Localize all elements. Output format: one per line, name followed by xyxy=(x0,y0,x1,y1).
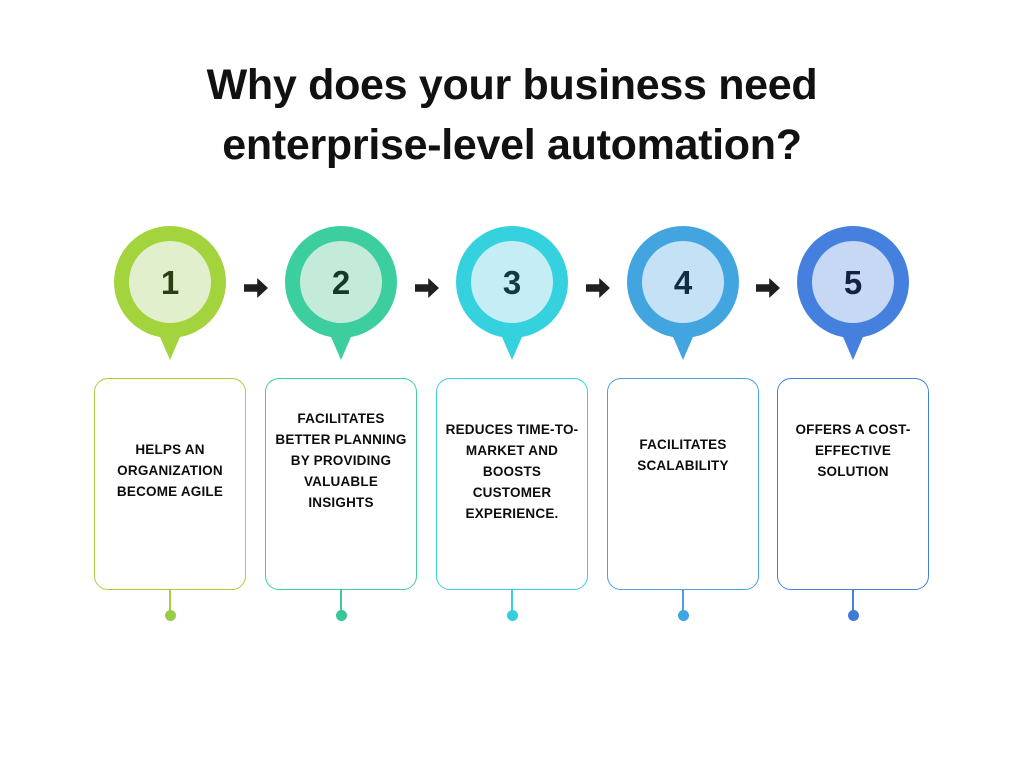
step-marker-ring: 5 xyxy=(797,226,909,338)
arrow-right-icon xyxy=(584,274,612,302)
step-marker-disc: 5 xyxy=(812,241,894,323)
step-marker-ring: 3 xyxy=(456,226,568,338)
step-connector-dot xyxy=(506,610,518,621)
step-connector-dot xyxy=(164,610,176,621)
arrow-right-icon xyxy=(413,274,441,302)
step-card-text: FACILITATES BETTER PLANNING BY PROVIDING… xyxy=(275,411,407,510)
step-cards-row: HELPS AN ORGANIZATION BECOME AGILE FACILI… xyxy=(0,378,1024,624)
step-marker-1[interactable]: 1 xyxy=(114,226,226,364)
step-card-5[interactable]: OFFERS A COST-EFFECTIVE SOLUTION xyxy=(777,378,929,590)
step-number-label: 1 xyxy=(160,263,180,301)
step-card-3[interactable]: REDUCES TIME-TO-MARKET AND BOOSTS CUSTOM… xyxy=(436,378,588,590)
step-connector-dot xyxy=(335,610,347,621)
step-marker-disc: 4 xyxy=(642,241,724,323)
arrow-right-icon xyxy=(242,274,270,302)
step-markers-row: 1 2 3 4 5 xyxy=(0,226,1024,366)
step-marker-ring: 4 xyxy=(627,226,739,338)
arrow-right-icon xyxy=(754,274,782,302)
step-number-label: 5 xyxy=(843,263,863,301)
step-card-2[interactable]: FACILITATES BETTER PLANNING BY PROVIDING… xyxy=(265,378,417,590)
title-line-2: enterprise-level automation? xyxy=(222,121,802,169)
step-card-text: FACILITATES SCALABILITY xyxy=(637,437,729,473)
step-number-label: 4 xyxy=(673,263,693,301)
page-title: Why does your business need enterprise-l… xyxy=(112,55,912,175)
infographic-slide: Why does your business need enterprise-l… xyxy=(0,0,1024,768)
step-card-text: HELPS AN ORGANIZATION BECOME AGILE xyxy=(116,442,224,499)
step-card-text: OFFERS A COST-EFFECTIVE SOLUTION xyxy=(795,422,911,479)
step-card-text: REDUCES TIME-TO-MARKET AND BOOSTS CUSTOM… xyxy=(445,422,579,521)
step-marker-2[interactable]: 2 xyxy=(285,226,397,364)
step-number-label: 3 xyxy=(502,263,522,301)
step-marker-disc: 3 xyxy=(471,241,553,323)
step-marker-3[interactable]: 3 xyxy=(456,226,568,364)
step-number-label: 2 xyxy=(331,263,351,301)
step-marker-ring: 2 xyxy=(285,226,397,338)
step-marker-ring: 1 xyxy=(114,226,226,338)
step-marker-4[interactable]: 4 xyxy=(627,226,739,364)
step-connector-dot xyxy=(677,610,689,621)
step-card-4[interactable]: FACILITATES SCALABILITY xyxy=(607,378,759,590)
step-marker-disc: 1 xyxy=(129,241,211,323)
step-marker-5[interactable]: 5 xyxy=(797,226,909,364)
step-connector-dot xyxy=(847,610,859,621)
title-line-1: Why does your business need xyxy=(206,61,818,109)
step-card-1[interactable]: HELPS AN ORGANIZATION BECOME AGILE xyxy=(94,378,246,590)
step-marker-disc: 2 xyxy=(300,241,382,323)
